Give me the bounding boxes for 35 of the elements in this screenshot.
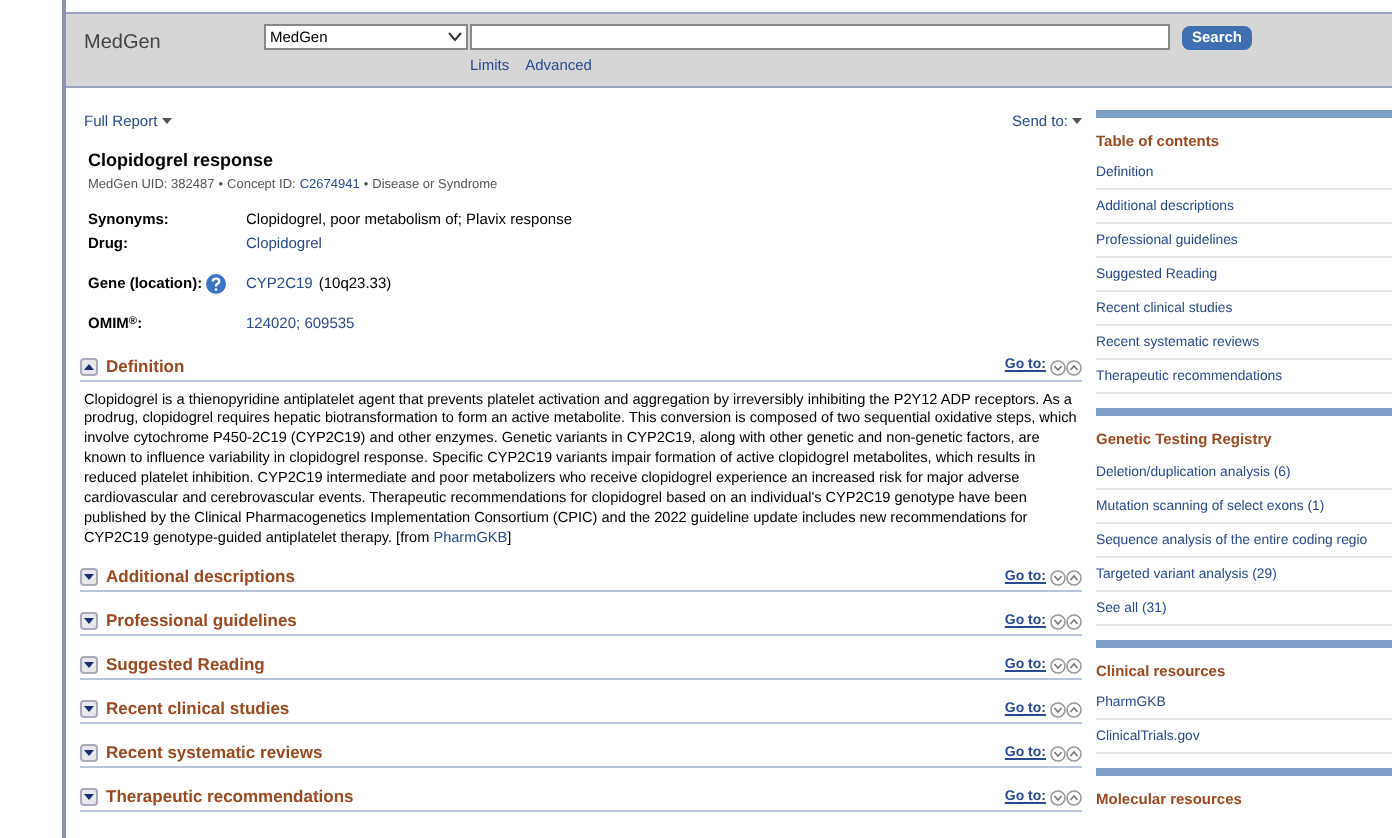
expand-toggle[interactable] (80, 700, 98, 719)
section-heading[interactable]: Additional descriptions (106, 564, 1005, 591)
help-icon[interactable] (206, 274, 227, 294)
up-chevron-icon[interactable] (1066, 789, 1082, 806)
section-heading[interactable]: Therapeutic recommendations (106, 784, 1005, 811)
down-chevron-icon[interactable] (1050, 657, 1066, 674)
expand-toggle[interactable] (80, 788, 98, 807)
up-chevron-icon[interactable] (1066, 701, 1082, 718)
caret-icon (1072, 118, 1082, 125)
down-chevron-icon[interactable] (1050, 745, 1066, 762)
search-field[interactable] (470, 24, 1170, 50)
caret-icon (161, 118, 172, 125)
section-heading[interactable]: Recent systematic reviews (106, 740, 1005, 767)
down-chevron-icon[interactable] (1050, 359, 1066, 375)
down-chevron-icon[interactable] (1050, 569, 1066, 586)
up-chevron-icon[interactable] (1066, 657, 1082, 674)
section-heading[interactable]: Recent clinical studies (106, 696, 1005, 723)
expand-toggle[interactable] (80, 744, 98, 763)
section-heading[interactable]: Definition (106, 354, 1005, 380)
up-chevron-icon[interactable] (1066, 613, 1082, 630)
down-chevron-icon[interactable] (1050, 701, 1066, 718)
up-chevron-icon[interactable] (1066, 745, 1082, 762)
up-chevron-icon[interactable] (1066, 359, 1082, 375)
up-chevron-icon[interactable] (1066, 569, 1082, 586)
collapse-toggle[interactable] (80, 358, 98, 376)
section-heading[interactable]: Suggested Reading (106, 652, 1005, 679)
expand-toggle[interactable] (80, 656, 98, 675)
expand-toggle[interactable] (80, 612, 98, 631)
section-heading[interactable]: Professional guidelines (106, 608, 1005, 635)
record-title: Clopidogrel response (86, 148, 276, 175)
caret-icon (448, 32, 462, 42)
site-logo[interactable]: MedGen (84, 24, 264, 86)
down-chevron-icon[interactable] (1050, 789, 1066, 806)
down-chevron-icon[interactable] (1050, 613, 1066, 630)
expand-toggle[interactable] (80, 568, 98, 587)
